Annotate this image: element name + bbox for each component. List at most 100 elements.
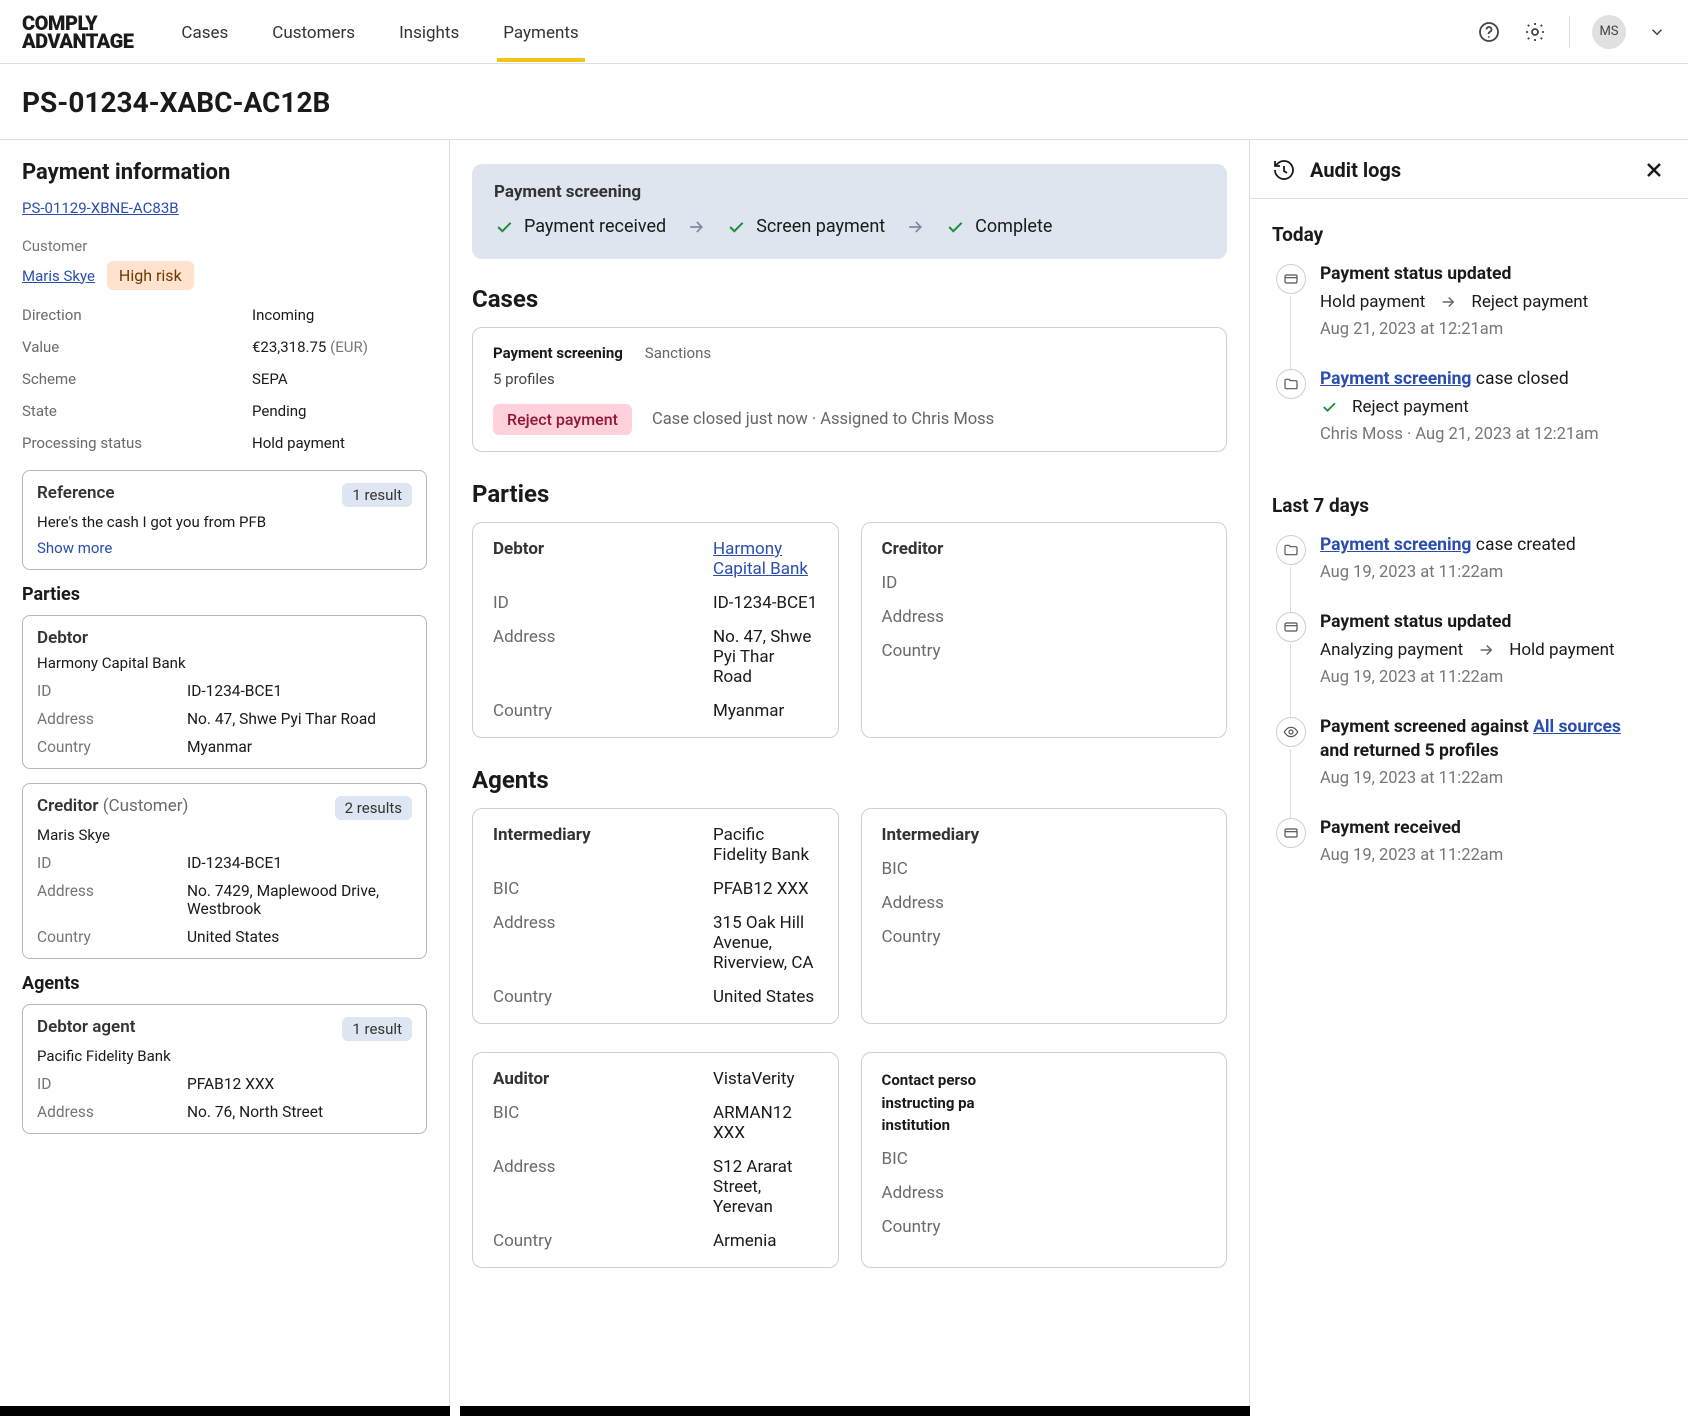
- agent-intermediary-right-card[interactable]: Intermediary BIC Address Country: [861, 808, 1228, 1024]
- agent-auditor-bic-v: ARMAN12 XXX: [713, 1103, 818, 1143]
- debtor-title: Debtor: [37, 628, 88, 648]
- avatar[interactable]: MS: [1592, 15, 1626, 49]
- customer-link[interactable]: Maris Skye: [22, 267, 95, 285]
- agent-contact-addr-k: Address: [882, 1183, 1102, 1203]
- agent-intermediary-right-country-k: Country: [882, 927, 1102, 947]
- agent-contact-role-l1: Contact perso: [882, 1069, 1207, 1092]
- last7-label: Last 7 days: [1272, 494, 1666, 517]
- audit-item: Payment screening case created Aug 19, 2…: [1276, 535, 1666, 612]
- related-payment-link[interactable]: PS-01129-XBNE-AC83B: [22, 199, 179, 217]
- case-profiles: 5 profiles: [493, 370, 1206, 388]
- reference-card[interactable]: Reference 1 result Here's the cash I got…: [22, 470, 427, 570]
- audit-transition: Hold payment Reject payment: [1320, 292, 1666, 312]
- chevron-down-icon[interactable]: [1648, 23, 1666, 41]
- gear-icon[interactable]: [1523, 20, 1547, 44]
- audit-item: Payment status updated Analyzing payment…: [1276, 612, 1666, 717]
- case-outcome-badge: Reject payment: [493, 404, 632, 435]
- debtor-id-v: ID-1234-BCE1: [187, 682, 412, 700]
- avatar-initials: MS: [1599, 24, 1618, 39]
- audit-body: Today Payment status updated Hold paymen…: [1250, 199, 1688, 913]
- party-debtor-card[interactable]: Debtor Harmony Capital Bank ID ID-1234-B…: [472, 522, 839, 738]
- creditor-id-v: ID-1234-BCE1: [187, 854, 412, 872]
- debtor-agent-id-v: PFAB12 XXX: [187, 1075, 412, 1093]
- party-debtor-link[interactable]: Harmony Capital Bank: [713, 539, 808, 579]
- audit-ts: Aug 19, 2023 at 11:22am: [1320, 769, 1666, 788]
- creditor-card[interactable]: Creditor (Customer) 2 results Maris Skye…: [22, 783, 427, 959]
- nav-tabs: Cases Customers Insights Payments: [181, 3, 578, 61]
- debtor-addr-v: No. 47, Shwe Pyi Thar Road: [187, 710, 412, 728]
- audit-to: Hold payment: [1509, 640, 1614, 660]
- brand-logo: COMPLY ADVANTAGE: [22, 14, 133, 50]
- reference-show-more[interactable]: Show more: [37, 539, 112, 557]
- debtor-card[interactable]: Debtor Harmony Capital Bank ID ID-1234-B…: [22, 615, 427, 769]
- direction-value: Incoming: [252, 306, 427, 324]
- state-label: State: [22, 402, 252, 420]
- tab-customers[interactable]: Customers: [272, 3, 355, 61]
- agent-intermediary-card[interactable]: Intermediary Pacific Fidelity Bank BIC P…: [472, 808, 839, 1024]
- party-debtor-country-k: Country: [493, 701, 713, 721]
- mid-agents-heading: Agents: [472, 766, 1227, 794]
- step-3-label: Complete: [975, 216, 1052, 237]
- nav-right: MS: [1477, 15, 1666, 49]
- party-debtor-id-k: ID: [493, 593, 713, 613]
- debtor-agent-id-k: ID: [37, 1075, 187, 1093]
- reference-title: Reference: [37, 483, 115, 503]
- reference-text: Here's the cash I got you from PFB: [37, 513, 412, 531]
- agents-grid-2: Auditor VistaVerity BIC ARMAN12 XXX Addr…: [472, 1052, 1227, 1268]
- parties-grid: Debtor Harmony Capital Bank ID ID-1234-B…: [472, 522, 1227, 738]
- proc-label: Processing status: [22, 434, 252, 452]
- tab-payments[interactable]: Payments: [503, 3, 578, 61]
- nav-divider: [1569, 16, 1570, 48]
- step-1-label: Payment received: [524, 216, 666, 237]
- help-icon[interactable]: [1477, 20, 1501, 44]
- mid-panel[interactable]: Payment screening Payment received Scree…: [450, 140, 1250, 1414]
- audit-link[interactable]: All sources: [1533, 717, 1621, 737]
- agent-auditor-role: Auditor: [493, 1069, 713, 1089]
- case-card[interactable]: Payment screening Sanctions 5 profiles R…: [472, 327, 1227, 452]
- agent-auditor-card[interactable]: Auditor VistaVerity BIC ARMAN12 XXX Addr…: [472, 1052, 839, 1268]
- audit-title: Payment status updated: [1320, 264, 1666, 284]
- creditor-sub: (Customer): [103, 796, 189, 816]
- party-creditor-addr-k: Address: [882, 607, 1102, 627]
- agent-intermediary-addr-v: 315 Oak Hill Avenue, Riverview, CA: [713, 913, 818, 973]
- banner-title: Payment screening: [494, 182, 1205, 202]
- audit-ts: Aug 21, 2023 at 12:21am: [1320, 320, 1666, 339]
- page-title-bar: PS-01234-XABC-AC12B: [0, 64, 1688, 140]
- audit-from: Analyzing payment: [1320, 640, 1463, 660]
- main-layout: Payment information PS-01129-XBNE-AC83B …: [0, 140, 1688, 1414]
- card-icon: [1276, 612, 1306, 642]
- audit-link[interactable]: Payment screening: [1320, 369, 1471, 389]
- right-panel[interactable]: Audit logs Today Payment status updated …: [1250, 140, 1688, 1414]
- state-value: Pending: [252, 402, 427, 420]
- creditor-title: Creditor (Customer): [37, 796, 188, 816]
- debtor-agent-addr-v: No. 76, North Street: [187, 1103, 412, 1121]
- steps: Payment received Screen payment Complete: [494, 216, 1205, 237]
- audit-title: Payment screening case closed: [1320, 369, 1666, 389]
- party-debtor-country-v: Myanmar: [713, 701, 818, 721]
- left-panel[interactable]: Payment information PS-01129-XBNE-AC83B …: [0, 140, 450, 1414]
- audit-prefix: Payment screened against: [1320, 717, 1533, 737]
- party-creditor-card[interactable]: Creditor ID Address Country: [861, 522, 1228, 738]
- creditor-title-text: Creditor: [37, 796, 98, 816]
- case-title: Payment screening: [493, 344, 623, 362]
- audit-ts: Aug 19, 2023 at 11:22am: [1320, 668, 1666, 687]
- audit-link[interactable]: Payment screening: [1320, 535, 1471, 555]
- close-icon[interactable]: [1642, 158, 1666, 182]
- case-type: Sanctions: [645, 344, 711, 362]
- creditor-count: 2 results: [335, 796, 412, 820]
- audit-ts: Aug 19, 2023 at 11:22am: [1320, 563, 1666, 582]
- agent-contact-card[interactable]: Contact perso instructing pa institution…: [861, 1052, 1228, 1268]
- value-ccy: (EUR): [330, 338, 368, 356]
- audit-line2: and returned 5 profiles: [1320, 741, 1666, 761]
- step-3: Complete: [945, 216, 1052, 237]
- agent-contact-role-l3: institution: [882, 1114, 1207, 1137]
- left-heading: Payment information: [22, 160, 427, 185]
- creditor-addr-v: No. 7429, Maplewood Drive, Westbrook: [187, 882, 412, 918]
- audit-item: Payment status updated Hold payment Reje…: [1276, 264, 1666, 369]
- debtor-agent-card[interactable]: Debtor agent 1 result Pacific Fidelity B…: [22, 1004, 427, 1134]
- agent-auditor-addr-v: S12 Ararat Street, Yerevan: [713, 1157, 818, 1217]
- tab-cases[interactable]: Cases: [181, 3, 228, 61]
- tab-insights[interactable]: Insights: [399, 3, 459, 61]
- audit-title: Payment screening case created: [1320, 535, 1666, 555]
- mid-parties-heading: Parties: [472, 480, 1227, 508]
